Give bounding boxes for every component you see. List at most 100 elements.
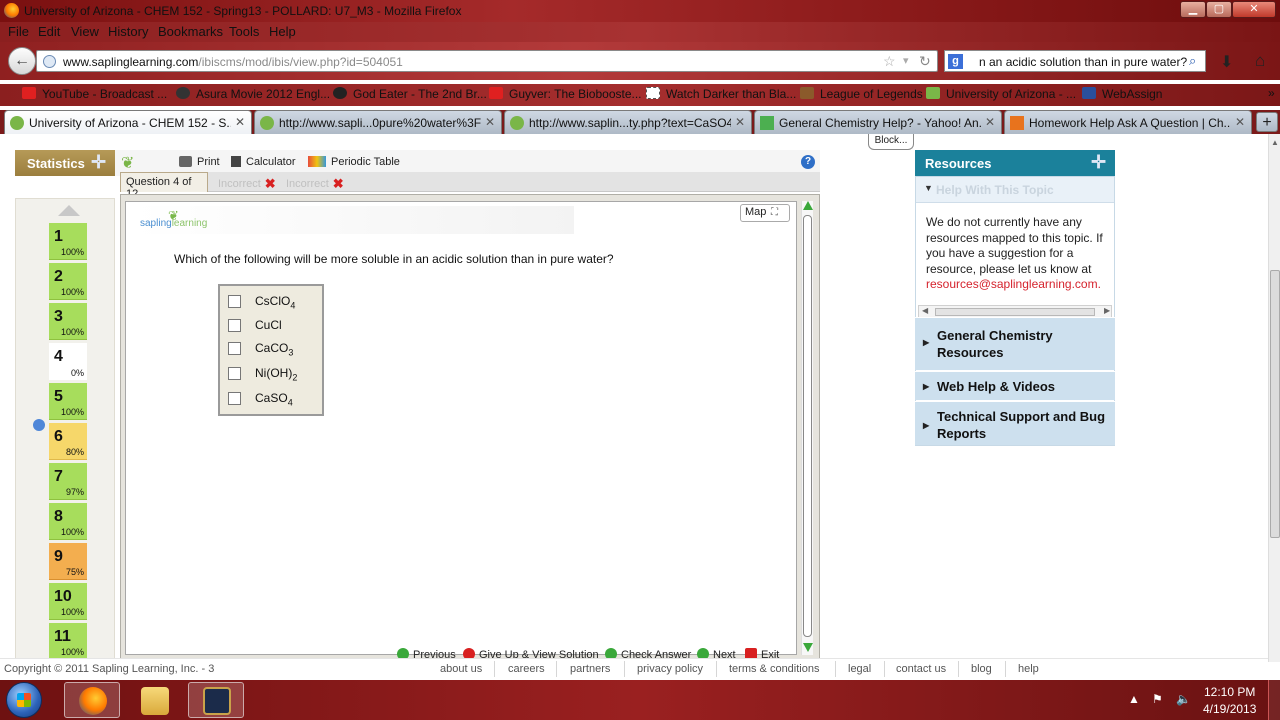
search-bar[interactable]: g n an acidic solution than in pure wate…: [944, 50, 1206, 72]
checkbox[interactable]: [228, 295, 241, 308]
taskbar-firefox[interactable]: [64, 682, 120, 718]
footer-link-contact[interactable]: contact us: [896, 663, 946, 675]
menu-help[interactable]: Help: [269, 24, 296, 39]
menu-view[interactable]: View: [71, 24, 99, 39]
question-scrollbar[interactable]: [801, 201, 813, 655]
reload-icon[interactable]: ↻: [919, 53, 931, 70]
search-icon[interactable]: ⌕: [1189, 53, 1196, 69]
page-scrollbar[interactable]: ▲: [1268, 134, 1280, 662]
footer-link-blog[interactable]: blog: [971, 663, 992, 675]
scroll-thumb[interactable]: [803, 215, 812, 637]
menu-tools[interactable]: Tools: [229, 24, 259, 39]
clock-date[interactable]: 4/19/2013: [1203, 702, 1256, 716]
scroll-up-arrow-icon[interactable]: [58, 205, 80, 216]
resources-section-technical-support[interactable]: ▶ Technical Support and Bug Reports: [915, 401, 1115, 445]
minimize-button[interactable]: ▁: [1180, 1, 1206, 18]
url-bar[interactable]: www.saplinglearning.com/ibiscms/mod/ibis…: [36, 50, 938, 72]
scroll-thumb[interactable]: [935, 308, 1095, 316]
bookmarks-overflow-icon[interactable]: »: [1268, 86, 1275, 100]
question-item-2[interactable]: 2 100%: [49, 263, 87, 300]
new-tab-button[interactable]: +: [1256, 112, 1278, 132]
checkbox[interactable]: [228, 342, 241, 355]
help-topic-toggle[interactable]: ▼ Help With This Topic: [916, 177, 1114, 203]
tab-sapling-caso4[interactable]: http://www.saplin...ty.php?text=CaSO4 ✕: [504, 110, 752, 134]
question-item-11[interactable]: 11 100%: [49, 623, 87, 660]
bookmark-darker-than-black[interactable]: Watch Darker than Bla...: [646, 87, 796, 101]
tab-sapling-water[interactable]: http://www.sapli...0pure%20water%3F ✕: [254, 110, 502, 134]
show-hidden-icons-icon[interactable]: ▲: [1128, 692, 1140, 706]
footer-link-help[interactable]: help: [1018, 663, 1039, 675]
expand-arrows-icon[interactable]: ✛: [1091, 152, 1106, 173]
help-icon[interactable]: ?: [801, 155, 815, 169]
resources-section-general-chemistry[interactable]: ▶ General Chemistry Resources: [915, 317, 1115, 370]
scroll-thumb[interactable]: [1270, 270, 1280, 538]
close-tab-icon[interactable]: ✕: [1235, 115, 1245, 129]
bookmark-god-eater[interactable]: God Eater - The 2nd Br...: [333, 87, 487, 101]
periodic-table-button[interactable]: Periodic Table: [308, 156, 400, 168]
bookmark-star-icon[interactable]: ☆: [883, 53, 896, 70]
scroll-up-icon[interactable]: ▲: [1271, 138, 1279, 147]
close-tab-icon[interactable]: ✕: [985, 115, 995, 129]
close-tab-icon[interactable]: ✕: [235, 115, 245, 129]
footer-link-legal[interactable]: legal: [848, 663, 871, 675]
scroll-left-icon[interactable]: ◀: [922, 306, 928, 315]
close-tab-icon[interactable]: ✕: [735, 115, 745, 129]
tab-homework-help[interactable]: Homework Help Ask A Question | Ch... ✕: [1004, 110, 1252, 134]
question-item-10[interactable]: 10 100%: [49, 583, 87, 620]
scroll-up-icon[interactable]: [803, 201, 813, 210]
footer-link-terms[interactable]: terms & conditions: [729, 663, 819, 675]
network-icon[interactable]: ⚑: [1152, 692, 1163, 706]
tab-university-of-arizona[interactable]: University of Arizona - CHEM 152 - S... …: [4, 110, 252, 134]
footer-link-privacy[interactable]: privacy policy: [637, 663, 703, 675]
bookmark-league-of-legends[interactable]: League of Legends: [800, 87, 923, 101]
statistics-header[interactable]: Statistics ✛: [15, 150, 115, 176]
menu-bookmarks[interactable]: Bookmarks: [158, 24, 223, 39]
blocked-popup-tab[interactable]: Block...: [868, 134, 914, 150]
show-desktop-button[interactable]: [1268, 680, 1280, 720]
question-item-6[interactable]: 6 80%: [49, 423, 87, 460]
bookmark-youtube[interactable]: YouTube - Broadcast ...: [22, 87, 167, 101]
start-button[interactable]: [6, 682, 42, 718]
menu-edit[interactable]: Edit: [38, 24, 60, 39]
resources-header[interactable]: Resources ✛: [915, 150, 1115, 176]
taskbar-league-of-legends[interactable]: [188, 682, 244, 718]
expand-arrows-icon[interactable]: ✛: [91, 152, 106, 173]
url-dropdown-icon[interactable]: ▾: [903, 54, 909, 67]
download-icon[interactable]: ⬇: [1220, 52, 1233, 72]
checkbox[interactable]: [228, 367, 241, 380]
scroll-right-icon[interactable]: ▶: [1104, 306, 1110, 315]
bookmark-university-of-arizona[interactable]: University of Arizona - ...: [926, 87, 1076, 101]
print-button[interactable]: Print: [179, 156, 220, 168]
footer-link-careers[interactable]: careers: [508, 663, 545, 675]
menu-history[interactable]: History: [108, 24, 148, 39]
google-icon[interactable]: g: [948, 54, 963, 69]
close-tab-icon[interactable]: ✕: [485, 115, 495, 129]
checkbox[interactable]: [228, 392, 241, 405]
bookmark-guyver[interactable]: Guyver: The Biobooste...: [489, 87, 642, 101]
search-input[interactable]: n an acidic solution than in pure water?: [979, 55, 1187, 69]
footer-link-about[interactable]: about us: [440, 663, 482, 675]
bookmark-webassign[interactable]: WebAssign: [1082, 87, 1162, 101]
resources-email-link[interactable]: resources@saplinglearning.com.: [926, 277, 1101, 291]
bookmark-asura[interactable]: Asura Movie 2012 Engl...: [176, 87, 330, 101]
menu-file[interactable]: File: [8, 24, 29, 39]
back-button[interactable]: ←: [8, 47, 36, 75]
checkbox[interactable]: [228, 319, 241, 332]
footer-link-partners[interactable]: partners: [570, 663, 610, 675]
question-item-9[interactable]: 9 75%: [49, 543, 87, 580]
volume-icon[interactable]: 🔈: [1176, 692, 1191, 706]
question-item-8[interactable]: 8 100%: [49, 503, 87, 540]
question-item-3[interactable]: 3 100%: [49, 303, 87, 340]
question-item-5[interactable]: 5 100%: [49, 383, 87, 420]
clock-time[interactable]: 12:10 PM: [1204, 685, 1255, 699]
question-item-4[interactable]: 4 0%: [49, 343, 87, 380]
question-item-7[interactable]: 7 97%: [49, 463, 87, 500]
home-icon[interactable]: ⌂: [1255, 51, 1265, 71]
maximize-button[interactable]: ▢: [1206, 1, 1232, 18]
taskbar-explorer[interactable]: [126, 682, 182, 718]
resources-section-web-help[interactable]: ▶ Web Help & Videos: [915, 371, 1115, 400]
close-window-button[interactable]: ✕: [1232, 1, 1276, 18]
question-counter-tab[interactable]: Question 4 of 12: [120, 172, 208, 200]
question-item-1[interactable]: 1 100%: [49, 223, 87, 260]
tab-yahoo-answers[interactable]: General Chemistry Help? - Yahoo! An... ✕: [754, 110, 1002, 134]
